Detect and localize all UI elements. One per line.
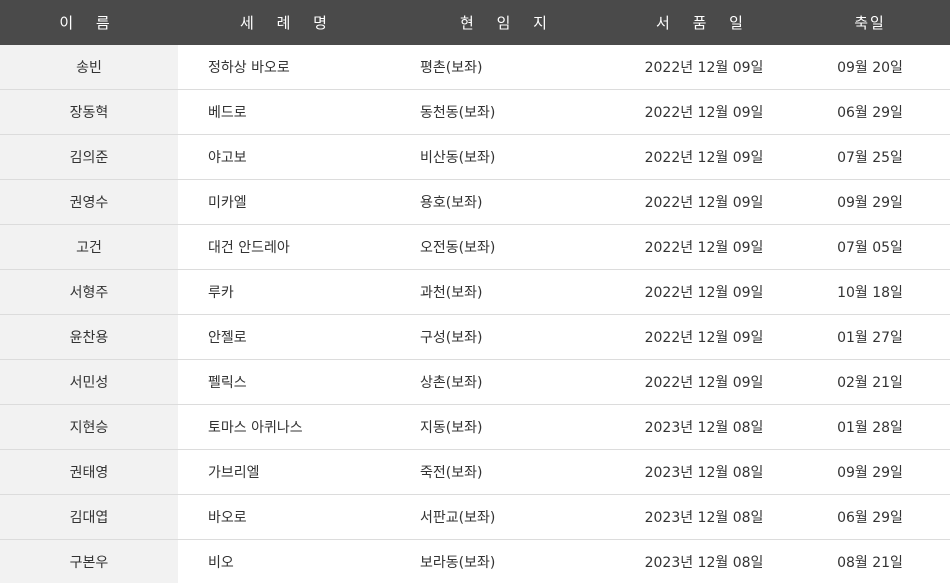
cell-feast-day: 09월 29일: [790, 449, 950, 495]
cell-baptism-name: 베드로: [178, 89, 398, 135]
table-header: 이 름 세 례 명 현 임 지 서 품 일 축일: [0, 0, 950, 45]
table-row: 구본우 비오 보라동(보좌) 2023년 12월 08일 08월 21일: [0, 539, 950, 583]
cell-baptism-name: 가브리엘: [178, 449, 398, 495]
cell-ordination-date: 2022년 12월 09일: [618, 89, 790, 135]
cell-baptism-name: 야고보: [178, 134, 398, 180]
cell-feast-day: 09월 20일: [790, 45, 950, 90]
table-row: 윤찬용 안젤로 구성(보좌) 2022년 12월 09일 01월 27일: [0, 314, 950, 360]
cell-ordination-date: 2023년 12월 08일: [644, 554, 764, 571]
cell-feast-day: 01월 27일: [790, 314, 950, 360]
header-row: 이 름 세 례 명 현 임 지 서 품 일 축일: [0, 0, 950, 45]
table-row: 서민성 펠릭스 상촌(보좌) 2022년 12월 09일 02월 21일: [0, 359, 950, 405]
header-feast: 축일: [790, 0, 950, 45]
cell-name: 김대엽: [0, 494, 178, 540]
header-parish: 현 임 지: [398, 0, 618, 45]
cell-ordination-date: 2023년 12월 08일: [618, 494, 790, 540]
header-ordination: 서 품 일: [618, 0, 790, 45]
cell-name: 장동혁: [0, 89, 178, 135]
cell-name: 권태영: [0, 449, 178, 495]
cell-ordination-date: 2022년 12월 09일: [618, 224, 790, 270]
cell-ordination-date: 2022년 12월 09일: [618, 179, 790, 225]
cell-parish: 구성(보좌): [398, 314, 618, 360]
cell-ordination-date: 2022년 12월 09일: [618, 314, 790, 360]
table-row: 권태영 가브리엘 죽전(보좌) 2023년 12월 08일 09월 29일: [0, 449, 950, 495]
cell-ordination-date: 2023년 12월 08일: [618, 449, 790, 495]
cell-ordination-date: 2022년 12월 09일: [618, 45, 790, 90]
table-row: 김의준 야고보 비산동(보좌) 2022년 12월 09일 07월 25일: [0, 134, 950, 180]
cell-parish: 용호(보좌): [398, 179, 618, 225]
cell-baptism-name: 안젤로: [178, 314, 398, 360]
cell-name: 김의준: [0, 134, 178, 180]
cell-ordination-date: 2022년 12월 09일: [618, 359, 790, 405]
table-row: 지현승 토마스 아퀴나스 지동(보좌) 2023년 12월 08일 01월 28일: [0, 404, 950, 450]
table-row: 고건 대건 안드레아 오전동(보좌) 2022년 12월 09일 07월 05일: [0, 224, 950, 270]
cell-name: 고건: [0, 224, 178, 270]
cell-name: 서형주: [0, 269, 178, 315]
cell-baptism-name: 비오: [208, 554, 234, 571]
cell-baptism-name: 미카엘: [178, 179, 398, 225]
table-row: 서형주 루카 과천(보좌) 2022년 12월 09일 10월 18일: [0, 269, 950, 315]
table-row: 장동혁 베드로 동천동(보좌) 2022년 12월 09일 06월 29일: [0, 89, 950, 135]
cell-parish: 오전동(보좌): [398, 224, 618, 270]
cell-name: 권영수: [0, 179, 178, 225]
cell-feast-day: 09월 29일: [790, 179, 950, 225]
cell-feast-day: 07월 05일: [790, 224, 950, 270]
cell-ordination-date: 2022년 12월 09일: [618, 269, 790, 315]
header-baptism: 세 례 명: [178, 0, 398, 45]
cell-feast-day: 01월 28일: [790, 404, 950, 450]
priest-table: 이 름 세 례 명 현 임 지 서 품 일 축일 송빈 정하상 바오로 평촌(보좌)…: [0, 0, 950, 583]
cell-parish: 서판교(보좌): [398, 494, 618, 540]
header-name: 이 름: [0, 0, 178, 45]
table-row: 송빈 정하상 바오로 평촌(보좌) 2022년 12월 09일 09월 20일: [0, 45, 950, 90]
cell-parish: 지동(보좌): [398, 404, 618, 450]
cell-baptism-name: 루카: [178, 269, 398, 315]
cell-baptism-name: 토마스 아퀴나스: [178, 404, 398, 450]
table-row: 김대엽 바오로 서판교(보좌) 2023년 12월 08일 06월 29일: [0, 494, 950, 540]
cell-feast-day: 07월 25일: [790, 134, 950, 180]
cell-parish: 과천(보좌): [398, 269, 618, 315]
cell-feast-day: 06월 29일: [790, 494, 950, 540]
cell-baptism-name: 펠릭스: [178, 359, 398, 405]
cell-parish: 죽전(보좌): [398, 449, 618, 495]
table-row: 권영수 미카엘 용호(보좌) 2022년 12월 09일 09월 29일: [0, 179, 950, 225]
cell-ordination-date: 2022년 12월 09일: [618, 134, 790, 180]
table-body: 송빈 정하상 바오로 평촌(보좌) 2022년 12월 09일 09월 20일 장동혁 베드…: [0, 45, 950, 583]
cell-feast-day: 06월 29일: [790, 89, 950, 135]
cell-name: 지현승: [0, 404, 178, 450]
cell-parish: 상촌(보좌): [398, 359, 618, 405]
cell-ordination-date: 2023년 12월 08일: [618, 404, 790, 450]
cell-feast-day: 02월 21일: [790, 359, 950, 405]
cell-name: 송빈: [0, 45, 178, 90]
cell-parish: 보라동(보좌): [420, 554, 496, 571]
cell-name: 서민성: [0, 359, 178, 405]
cell-feast-day: 08월 21일: [837, 554, 903, 571]
cell-baptism-name: 정하상 바오로: [178, 45, 398, 90]
cell-parish: 평촌(보좌): [398, 45, 618, 90]
cell-parish: 동천동(보좌): [398, 89, 618, 135]
cell-baptism-name: 바오로: [178, 494, 398, 540]
cell-feast-day: 10월 18일: [790, 269, 950, 315]
cell-baptism-name: 대건 안드레아: [178, 224, 398, 270]
cell-parish: 비산동(보좌): [398, 134, 618, 180]
cell-name: 윤찬용: [0, 314, 178, 360]
cell-name: 구본우: [0, 539, 178, 583]
